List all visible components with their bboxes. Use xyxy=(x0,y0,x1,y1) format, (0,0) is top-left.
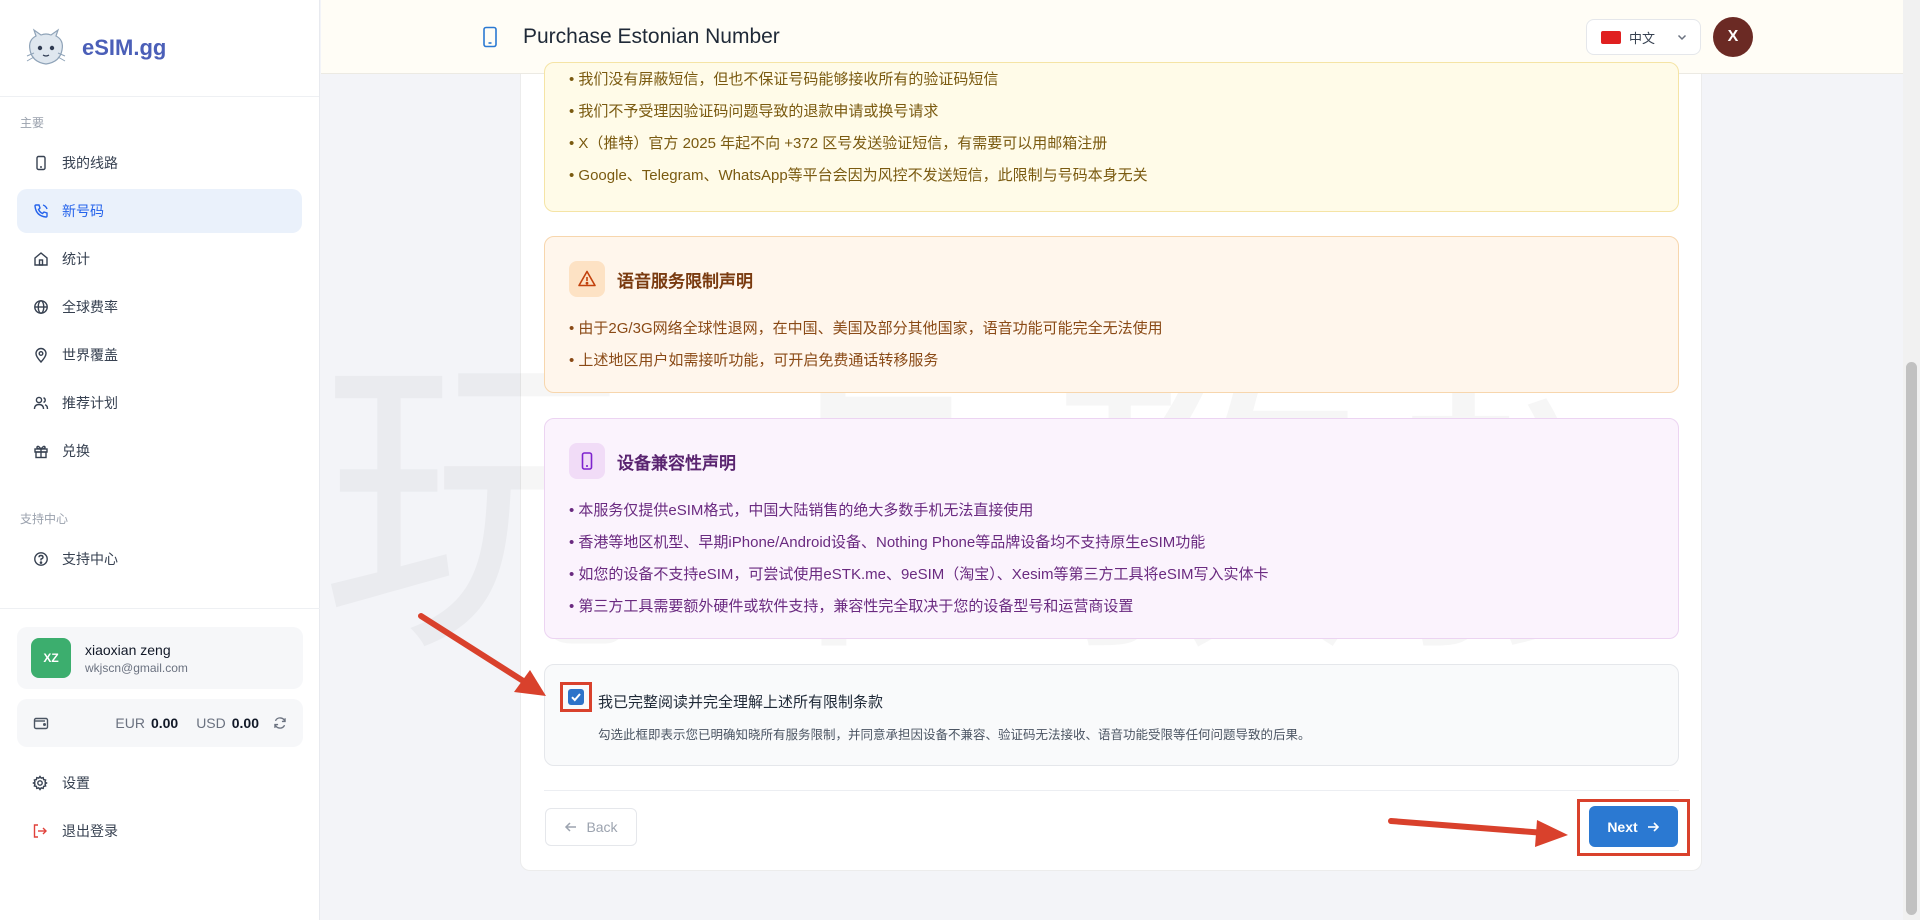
bottom-links: 设置 退出登录 xyxy=(0,761,320,853)
user-name: xiaoxian zeng xyxy=(85,641,171,658)
check-icon xyxy=(571,693,581,702)
refresh-icon[interactable] xyxy=(273,716,287,730)
china-flag-icon xyxy=(1601,30,1621,44)
checkbox-highlight xyxy=(560,682,592,712)
warning-icon xyxy=(569,261,605,297)
page-scrollbar-thumb[interactable] xyxy=(1906,362,1917,915)
consent-box: 我已完整阅读并完全理解上述所有限制条款 勾选此框即表示您已明确知晓所有服务限制，… xyxy=(544,664,1679,766)
sidebar-item-label: 我的线路 xyxy=(62,155,118,171)
device-bullet: • 香港等地区机型、早期iPhone/Android设备、Nothing Pho… xyxy=(569,534,1206,551)
sidebar-item-new-number[interactable]: 新号码 xyxy=(17,189,302,233)
sidebar-bottom: XZ xiaoxian zeng wkjscn@gmail.com EUR 0.… xyxy=(0,608,320,857)
voice-notice-title: 语音服务限制声明 xyxy=(617,271,753,291)
brand-logo-icon xyxy=(26,28,66,65)
device-bullet: • 本服务仅提供eSIM格式，中国大陆销售的绝大多数手机无法直接使用 xyxy=(569,502,1034,519)
chevron-down-icon xyxy=(1677,34,1687,41)
users-icon xyxy=(32,394,50,412)
logout-label: 退出登录 xyxy=(62,823,118,839)
sidebar-item-referral[interactable]: 推荐计划 xyxy=(17,381,302,425)
language-select[interactable]: 中文 xyxy=(1586,19,1701,55)
user-card[interactable]: XZ xiaoxian zeng wkjscn@gmail.com xyxy=(17,627,303,689)
balance-card: EUR 0.00 USD 0.00 xyxy=(17,699,303,747)
sidebar-item-stats[interactable]: 统计 xyxy=(17,237,302,281)
sms-notice-card: • 我们没有屏蔽短信，但也不保证号码能够接收所有的验证码短信 • 我们不予受理因… xyxy=(544,62,1679,212)
actions-divider xyxy=(544,790,1679,791)
sms-bullet: • Google、Telegram、WhatsApp等平台会因为风控不发送短信，… xyxy=(569,167,1148,184)
sidebar-item-label: 统计 xyxy=(62,251,90,267)
sidebar-item-label: 全球费率 xyxy=(62,299,118,315)
phone-icon xyxy=(32,154,50,172)
home-icon xyxy=(32,250,50,268)
phone-call-icon xyxy=(32,202,50,220)
voice-notice-header: 语音服务限制声明 xyxy=(569,261,1654,297)
sidebar-item-redeem[interactable]: 兑换 xyxy=(17,429,302,473)
device-notice-header: 设备兼容性声明 xyxy=(569,443,1654,479)
logout-icon xyxy=(32,822,50,840)
sidebar-item-label: 新号码 xyxy=(62,203,104,219)
sidebar-item-label: 兑换 xyxy=(62,443,90,459)
sms-bullet: • X（推特）官方 2025 年起不向 +372 区号发送验证短信，有需要可以用… xyxy=(569,135,1108,152)
next-button[interactable]: Next xyxy=(1589,806,1678,847)
globe-icon xyxy=(32,298,50,316)
sidebar-item-global-rates[interactable]: 全球费率 xyxy=(17,285,302,329)
help-circle-icon xyxy=(32,550,50,568)
user-avatar: XZ xyxy=(31,638,71,678)
device-notice-card: 设备兼容性声明 • 本服务仅提供eSIM格式，中国大陆销售的绝大多数手机无法直接… xyxy=(544,418,1679,639)
consent-checkbox[interactable] xyxy=(568,689,584,705)
back-label: Back xyxy=(586,819,618,835)
nav-section-support: 支持中心 xyxy=(20,512,69,526)
map-pin-icon xyxy=(32,346,50,364)
gear-icon xyxy=(32,774,50,792)
eur-label: EUR xyxy=(115,715,145,731)
consent-label[interactable]: 我已完整阅读并完全理解上述所有限制条款 xyxy=(598,691,883,712)
logout-link[interactable]: 退出登录 xyxy=(0,809,320,853)
device-bullet: • 如您的设备不支持eSIM，可尝试使用eSTK.me、9eSIM（淘宝）、Xe… xyxy=(569,566,1269,583)
device-notice-title: 设备兼容性声明 xyxy=(617,453,736,473)
back-button[interactable]: Back xyxy=(545,808,637,846)
phone-icon xyxy=(483,26,497,47)
voice-bullet: • 由于2G/3G网络全球性退网，在中国、美国及部分其他国家，语音功能可能完全无… xyxy=(569,320,1163,337)
usd-value: 0.00 xyxy=(231,715,259,731)
balance-amounts: EUR 0.00 USD 0.00 xyxy=(115,715,287,731)
voice-bullet: • 上述地区用户如需接听功能，可开启免费通话转移服务 xyxy=(569,352,939,369)
consent-description: 勾选此框即表示您已明确知晓所有服务限制，并同意承担因设备不兼容、验证码无法接收、… xyxy=(598,728,1311,742)
header-avatar[interactable]: X xyxy=(1713,17,1753,57)
brand[interactable]: eSIM.gg xyxy=(0,0,319,97)
arrow-right-icon xyxy=(1647,821,1659,832)
arrow-left-icon xyxy=(565,822,577,832)
sidebar-item-my-lines[interactable]: 我的线路 xyxy=(17,141,302,185)
language-value: 中文 xyxy=(1629,30,1656,46)
brand-name: eSIM.gg xyxy=(82,35,167,60)
device-bullet: • 第三方工具需要额外硬件或软件支持，兼容性完全取决于您的设备型号和运营商设置 xyxy=(569,598,1134,615)
gift-icon xyxy=(32,442,50,460)
eur-value: 0.00 xyxy=(150,715,179,731)
sidebar: eSIM.gg 主要 我的线路 新号码 统计 全球费率 世界覆盖 推荐计划 兑换… xyxy=(0,0,320,920)
user-email: wkjscn@gmail.com xyxy=(85,660,188,675)
voice-notice-card: 语音服务限制声明 • 由于2G/3G网络全球性退网，在中国、美国及部分其他国家，… xyxy=(544,236,1679,393)
sidebar-item-label: 推荐计划 xyxy=(62,395,118,411)
wallet-icon xyxy=(33,717,49,730)
usd-label: USD xyxy=(196,715,226,731)
smartphone-icon xyxy=(569,443,605,479)
sms-bullet: • 我们没有屏蔽短信，但也不保证号码能够接收所有的验证码短信 xyxy=(569,71,999,88)
user-info: xiaoxian zeng wkjscn@gmail.com xyxy=(85,642,188,675)
next-label: Next xyxy=(1607,818,1638,835)
sidebar-item-world-coverage[interactable]: 世界覆盖 xyxy=(17,333,302,377)
nav-section-main: 主要 xyxy=(20,116,45,130)
settings-link[interactable]: 设置 xyxy=(0,761,320,805)
sms-bullet: • 我们不予受理因验证码问题导致的退款申请或换号请求 xyxy=(569,103,939,120)
settings-label: 设置 xyxy=(62,775,90,791)
sidebar-item-support[interactable]: 支持中心 xyxy=(17,537,302,581)
sidebar-item-label: 世界覆盖 xyxy=(62,347,118,363)
sms-notice-bullets: • 我们没有屏蔽短信，但也不保证号码能够接收所有的验证码短信 • 我们不予受理因… xyxy=(569,63,1654,192)
sidebar-item-label: 支持中心 xyxy=(62,551,118,567)
page-title: Purchase Estonian Number xyxy=(523,24,780,48)
